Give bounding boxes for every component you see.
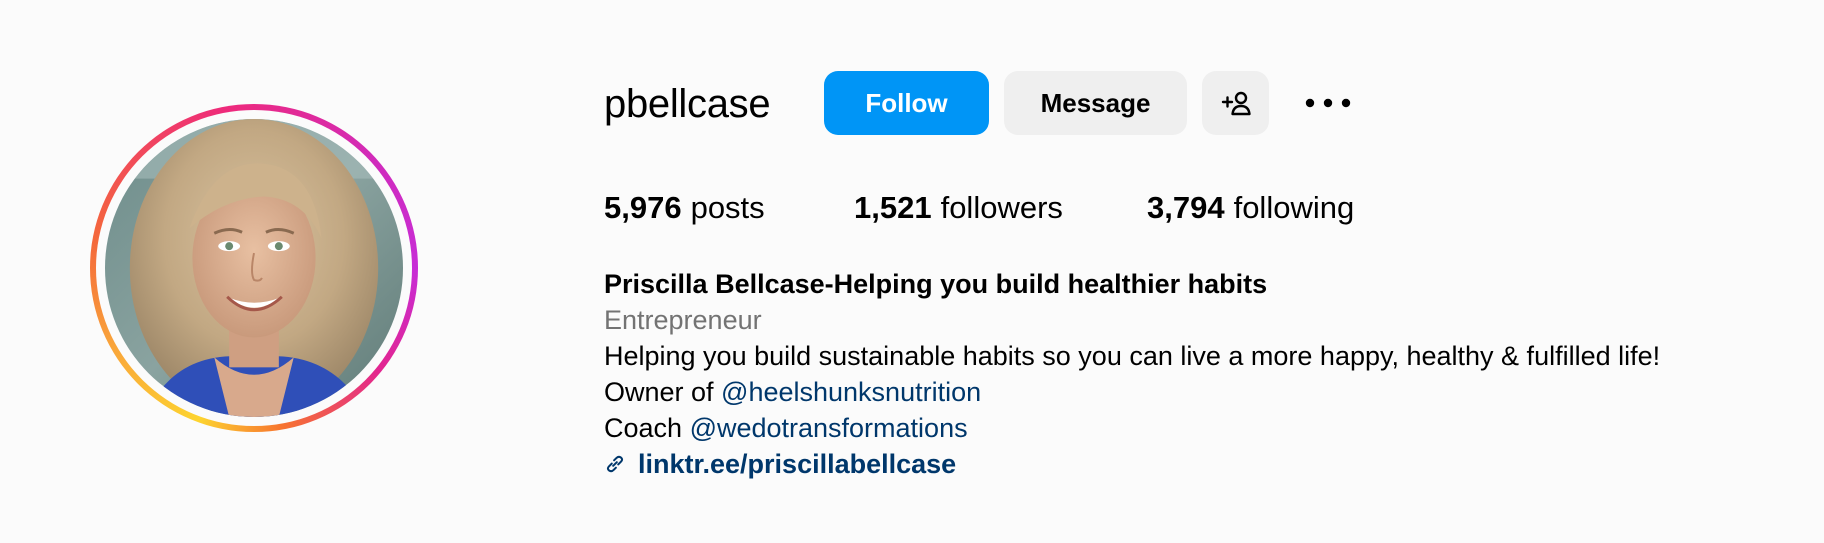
bio-coach-prefix: Coach — [604, 413, 690, 443]
avatar[interactable] — [105, 119, 403, 417]
more-options-button[interactable] — [1300, 86, 1356, 120]
external-link[interactable]: linktr.ee/priscillabellcase — [604, 446, 1660, 482]
following-count: 3,794 — [1147, 190, 1225, 225]
more-horizontal-icon — [1305, 98, 1351, 108]
followers-stat[interactable]: 1,521 followers — [854, 188, 1063, 228]
posts-count: 5,976 — [604, 190, 682, 225]
bio-coach-line: Coach @wedotransformations — [604, 410, 1660, 446]
profile-username: pbellcase — [604, 82, 771, 126]
suggest-accounts-button[interactable] — [1202, 71, 1269, 135]
external-link-text: linktr.ee/priscillabellcase — [638, 449, 957, 479]
message-button[interactable]: Message — [1004, 71, 1187, 135]
add-user-icon — [1221, 91, 1251, 116]
bio-owner-line: Owner of @heelshunksnutrition — [604, 374, 1660, 410]
avatar-frame — [96, 110, 412, 426]
followers-count: 1,521 — [854, 190, 932, 225]
profile-bio: Priscilla Bellcase-Helping you build hea… — [604, 266, 1660, 482]
coach-mention-link[interactable]: @wedotransformations — [690, 413, 968, 443]
bio-text: Helping you build sustainable habits so … — [604, 341, 1661, 371]
bio-owner-prefix: Owner of — [604, 377, 722, 407]
bio-category: Entrepreneur — [604, 305, 762, 335]
owner-mention-link[interactable]: @heelshunksnutrition — [721, 377, 981, 407]
posts-label: posts — [690, 190, 765, 225]
followers-label: followers — [940, 190, 1063, 225]
bio-full-name: Priscilla Bellcase-Helping you build hea… — [604, 269, 1268, 299]
following-label: following — [1233, 190, 1355, 225]
link-icon — [606, 455, 624, 473]
avatar-story-ring[interactable] — [90, 104, 418, 432]
following-stat[interactable]: 3,794 following — [1147, 188, 1354, 228]
follow-button[interactable]: Follow — [824, 71, 989, 135]
posts-stat: 5,976 posts — [604, 188, 765, 228]
